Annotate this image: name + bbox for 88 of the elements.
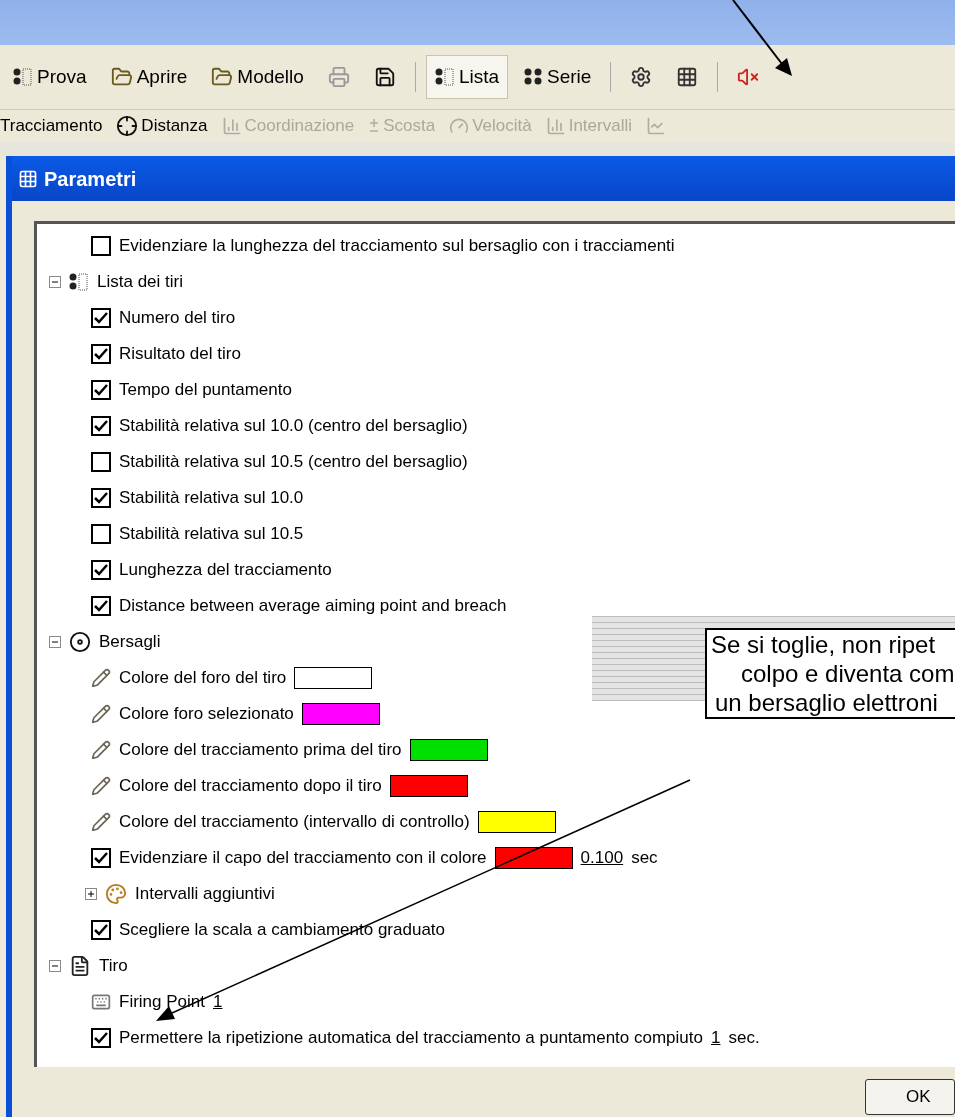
option-label: Stabilità relativa sul 10.0 (centro del bersaglio): [119, 415, 468, 438]
settings-icon: [630, 66, 653, 88]
toolbar-button[interactable]: Serie: [514, 55, 601, 99]
option-label: Lunghezza del tracciamento: [119, 559, 332, 582]
plus-minus-icon: [368, 117, 381, 135]
collapse-icon[interactable]: [49, 276, 61, 288]
dots-icon: [69, 273, 89, 291]
unit-label: sec: [631, 847, 658, 870]
pencil-icon: [91, 668, 111, 688]
toolbar-button[interactable]: Modello: [202, 55, 313, 99]
value-link[interactable]: 1: [711, 1025, 721, 1051]
gauge-icon: [449, 116, 470, 136]
folder-icon: [110, 66, 133, 88]
checkbox[interactable]: [91, 236, 111, 256]
option-label: Evidenziare la lunghezza del tracciamento sul bersaglio con i tracciamenti: [119, 235, 675, 258]
color-swatch[interactable]: [494, 847, 573, 869]
bars-icon: [545, 116, 566, 136]
value-link[interactable]: 1: [213, 989, 223, 1015]
tree-group-label[interactable]: Bersagli: [99, 629, 161, 655]
color-swatch[interactable]: [477, 811, 556, 833]
pencil-icon: [91, 776, 111, 796]
checkbox[interactable]: [91, 1028, 111, 1048]
toolbar-button[interactable]: Aprire: [101, 55, 197, 99]
callout-text: un bersaglio elettroni: [714, 688, 938, 717]
option-label: Permettere la ripetizione automatica del tracciamento a puntamento compiuto: [119, 1027, 703, 1050]
value-link[interactable]: 0.100: [580, 845, 624, 871]
option-label: Colore del tracciamento prima del tiro: [119, 739, 402, 762]
checkbox[interactable]: [91, 308, 111, 328]
document-icon: [69, 955, 91, 977]
pencil-icon: [91, 740, 111, 760]
option-label: Stabilità relativa sul 10.0: [119, 487, 304, 510]
dots-icon: [523, 68, 543, 86]
dots-icon: [434, 68, 455, 86]
checkbox[interactable]: [91, 380, 111, 400]
option-label: Colore foro selezionato: [119, 703, 294, 726]
option-label: Stabilità relativa sul 10.5: [119, 523, 304, 546]
mute-icon: [737, 66, 760, 88]
callout-text: colpo e diventa com: [740, 659, 955, 688]
option-label: Risultato del tiro: [119, 343, 241, 366]
grid-icon: [676, 66, 699, 88]
save-icon: [373, 66, 396, 88]
chart-icon: [221, 116, 242, 136]
option-label: Distance between average aiming point and breach: [119, 595, 507, 618]
checkbox[interactable]: [91, 416, 111, 436]
collapse-icon[interactable]: [49, 636, 61, 648]
pencil-icon: [91, 704, 111, 724]
option-label: Colore del foro del tiro: [119, 667, 287, 690]
view-tab[interactable]: Tracciamento: [0, 113, 103, 139]
checkbox[interactable]: [91, 596, 111, 616]
printer-icon: [327, 66, 350, 88]
checkbox[interactable]: [91, 560, 111, 580]
toolbar-button[interactable]: Lista: [425, 55, 508, 99]
target-icon: [116, 115, 139, 137]
option-label: Evidenziare il capo del tracciamento con il colore: [119, 847, 487, 870]
checkbox[interactable]: [91, 344, 111, 364]
view-tab[interactable]: Distanza: [116, 113, 208, 139]
palette-icon: [105, 883, 127, 905]
checkbox[interactable]: [91, 452, 111, 472]
option-label: Colore del tracciamento dopo il tiro: [119, 775, 382, 798]
pencil-icon: [91, 812, 111, 832]
keyboard-icon: [91, 992, 111, 1012]
color-swatch[interactable]: [389, 775, 468, 797]
callout-text: Se si toglie, non ripet: [711, 630, 936, 659]
line-chart-icon: [646, 116, 666, 136]
disc-icon: [69, 631, 91, 653]
unit-label: sec.: [728, 1027, 760, 1050]
checkbox[interactable]: [91, 524, 111, 544]
color-swatch[interactable]: [409, 739, 488, 761]
toolbar-button[interactable]: Prova: [4, 55, 96, 99]
option-label: Stabilità relativa sul 10.5 (centro del bersaglio): [119, 451, 468, 474]
option-label: Colore del tracciamento (intervallo di controllo): [119, 811, 470, 834]
option-label: Numero del tiro: [119, 307, 236, 330]
dialog-title: Parametri: [44, 166, 137, 192]
color-swatch[interactable]: [294, 667, 373, 689]
dots-icon: [13, 68, 33, 86]
checkbox[interactable]: [91, 920, 111, 940]
dialog-icon: [18, 168, 38, 189]
checkbox[interactable]: [91, 848, 111, 868]
collapse-icon[interactable]: [49, 960, 61, 972]
folder-icon: [211, 66, 234, 88]
ok-button[interactable]: OK: [865, 1079, 955, 1115]
tree-group-label[interactable]: Intervalli aggiuntivi: [135, 881, 275, 907]
color-swatch[interactable]: [301, 703, 380, 725]
expand-icon[interactable]: [85, 888, 97, 900]
checkbox[interactable]: [91, 488, 111, 508]
tree-group-label[interactable]: Lista dei tiri: [97, 269, 183, 295]
tree-group-label[interactable]: Tiro: [99, 953, 128, 979]
option-label: Tempo del puntamento: [119, 379, 292, 402]
